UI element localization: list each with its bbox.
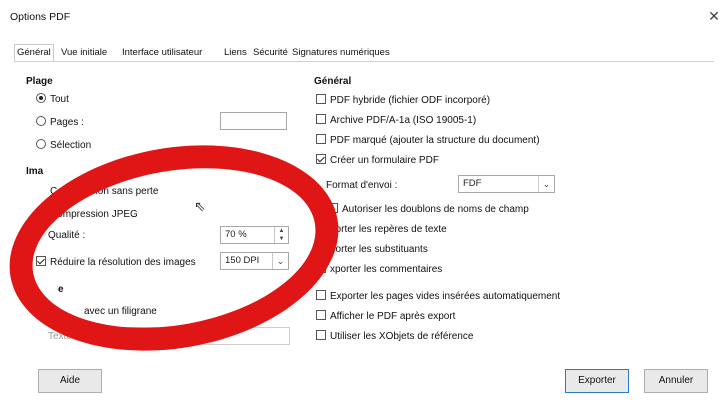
export-button[interactable]: Exporter [565, 369, 629, 393]
close-icon[interactable]: ✕ [705, 6, 723, 26]
checkbox-indicator[interactable] [328, 203, 338, 213]
quality-spin-buttons[interactable]: ▲ ▼ [274, 227, 288, 243]
export-bookmarks-label: porter les repères de texte [330, 224, 447, 235]
reduce-resolution-label: Réduire la résolution des images [50, 257, 196, 268]
watermark-heading: F [26, 286, 33, 297]
lossless-compression-option[interactable]: Compression sans perte [50, 186, 158, 197]
dpi-value: 150 DPI [225, 255, 260, 266]
radio-pages[interactable]: Pages : [36, 116, 84, 128]
export-blank-pages-label: Exporter les pages vides insérées automa… [330, 291, 561, 302]
checkbox-indicator[interactable] [316, 263, 326, 273]
allow-duplicates-label: Autoriser les doublons de noms de champ [342, 204, 529, 215]
chevron-down-icon[interactable]: ⌄ [538, 176, 554, 192]
watermark-text-input[interactable] [90, 327, 290, 345]
images-heading: Ima [26, 166, 44, 177]
export-comments-checkbox[interactable]: xporter les commentaires [316, 263, 442, 275]
allow-duplicates-checkbox[interactable]: Autoriser les doublons de noms de champ [328, 203, 529, 215]
radio-indicator[interactable] [36, 139, 46, 149]
radio-pages-label: Pages : [50, 117, 84, 128]
checkbox-indicator[interactable] [316, 310, 326, 320]
sign-with-watermark-checkbox[interactable]: avec un filigrane [36, 305, 157, 317]
tagged-pdf-label: PDF marqué (ajouter la structure du docu… [330, 135, 540, 146]
dpi-select[interactable]: 150 DPI ⌄ [220, 252, 289, 270]
checkbox-indicator[interactable] [316, 134, 326, 144]
tab-digital-signatures[interactable]: Signatures numériques [289, 44, 393, 62]
radio-all[interactable]: Tout [36, 93, 69, 105]
quality-label: Qualité : [48, 230, 86, 241]
submit-format-select[interactable]: FDF ⌄ [458, 175, 555, 193]
export-comments-label: xporter les commentaires [330, 264, 443, 275]
title-bar: Options PDF ✕ [0, 0, 723, 32]
tagged-pdf-checkbox[interactable]: PDF marqué (ajouter la structure du docu… [316, 134, 540, 146]
checkbox-indicator[interactable] [316, 94, 326, 104]
radio-jpeg-label: Compression JPEG [50, 209, 138, 220]
export-bookmarks-checkbox[interactable]: porter les repères de texte [316, 223, 447, 235]
quality-spinbox[interactable]: 70 % ▲ ▼ [220, 226, 289, 244]
chevron-down-icon[interactable]: ⌄ [272, 253, 288, 269]
checkbox-indicator[interactable] [316, 243, 326, 253]
tab-divider [14, 61, 714, 62]
checkbox-indicator[interactable] [316, 114, 326, 124]
radio-indicator[interactable] [36, 208, 46, 218]
submit-format-value: FDF [463, 178, 482, 189]
range-heading: Plage [26, 76, 53, 87]
hybrid-pdf-label: PDF hybride (fichier ODF incorporé) [330, 95, 491, 106]
radio-selection-label: Sélection [50, 140, 92, 151]
checkbox-indicator[interactable] [316, 154, 326, 164]
reduce-resolution-checkbox[interactable]: Réduire la résolution des images [36, 256, 196, 268]
radio-selection[interactable]: Sélection [36, 139, 91, 151]
help-button[interactable]: Aide [38, 369, 102, 393]
reference-xobjects-checkbox[interactable]: Utiliser les XObjets de référence [316, 330, 473, 342]
tab-initial-view[interactable]: Vue initiale [58, 44, 110, 62]
tab-user-interface[interactable]: Interface utilisateur [119, 44, 205, 62]
pdf-options-dialog: Options PDF ✕ Général Vue initiale Inter… [0, 0, 723, 400]
hybrid-pdf-checkbox[interactable]: PDF hybride (fichier ODF incorporé) [316, 94, 490, 106]
sign-with-watermark-label: avec un filigrane [84, 306, 157, 317]
radio-indicator[interactable] [36, 116, 46, 126]
pdfa-label: Archive PDF/A-1a (ISO 19005-1) [330, 115, 477, 126]
radio-jpeg[interactable]: Compression JPEG [36, 208, 138, 220]
checkbox-indicator[interactable] [316, 330, 326, 340]
create-form-label: Créer un formulaire PDF [330, 155, 439, 166]
create-form-checkbox[interactable]: Créer un formulaire PDF [316, 154, 439, 166]
pdfa-checkbox[interactable]: Archive PDF/A-1a (ISO 19005-1) [316, 114, 476, 126]
view-after-export-label: Afficher le PDF après export [330, 311, 456, 322]
tab-links[interactable]: Liens [221, 44, 250, 62]
watermark-heading-tail: e [58, 284, 64, 295]
export-placeholders-checkbox[interactable]: porter les substituants [316, 243, 428, 255]
reference-xobjects-label: Utiliser les XObjets de référence [330, 331, 474, 342]
view-after-export-checkbox[interactable]: Afficher le PDF après export [316, 310, 455, 322]
checkbox-indicator[interactable] [316, 290, 326, 300]
export-blank-pages-checkbox[interactable]: Exporter les pages vides insérées automa… [316, 290, 560, 302]
window-title: Options PDF [10, 11, 71, 23]
watermark-text-label: Texte : [48, 331, 78, 342]
checkbox-indicator[interactable] [316, 223, 326, 233]
checkbox-indicator[interactable] [36, 305, 46, 315]
radio-all-label: Tout [50, 94, 69, 105]
cancel-button[interactable]: Annuler [644, 369, 708, 393]
radio-indicator[interactable] [36, 93, 46, 103]
tab-security[interactable]: Sécurité [250, 44, 291, 62]
general-heading: Général [314, 76, 352, 87]
submit-format-label: Format d'envoi : [326, 180, 398, 191]
quality-value: 70 % [225, 229, 247, 240]
pages-input[interactable] [220, 112, 287, 130]
mouse-pointer-icon: ⇖ [194, 198, 206, 214]
checkbox-indicator[interactable] [36, 256, 46, 266]
export-placeholders-label: porter les substituants [330, 244, 428, 255]
tab-general[interactable]: Général [14, 44, 54, 62]
